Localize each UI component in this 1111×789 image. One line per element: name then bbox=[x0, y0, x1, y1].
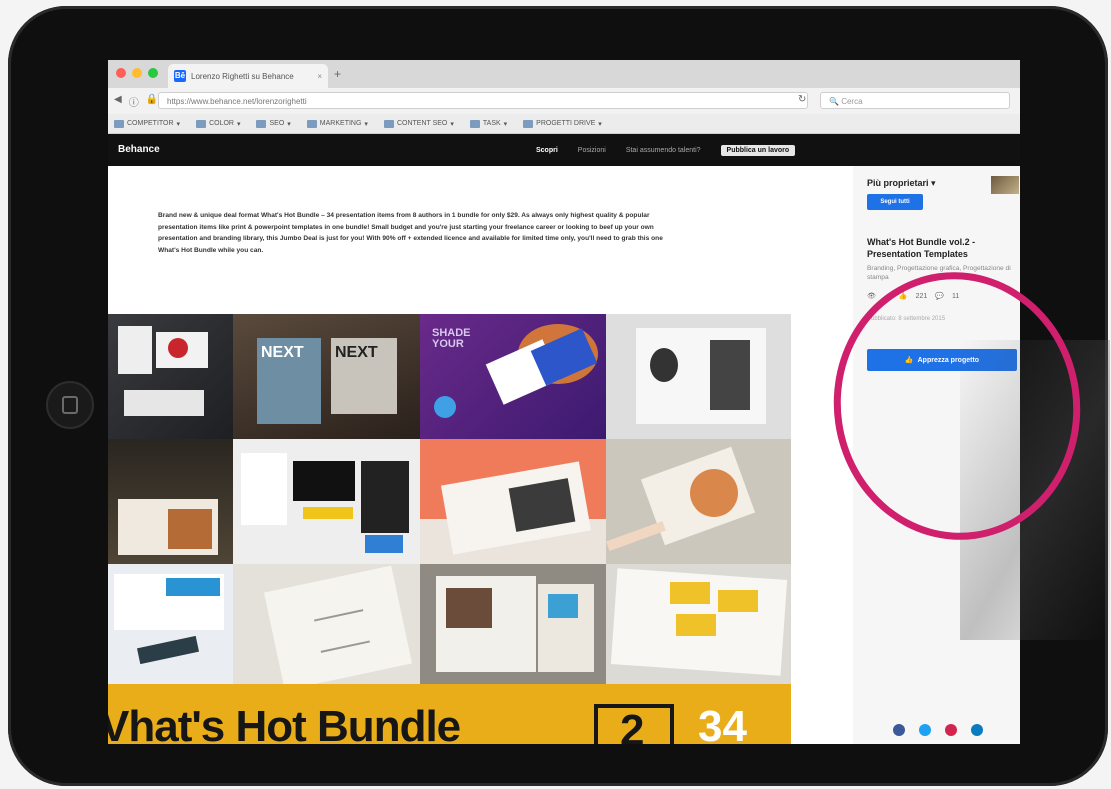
home-icon bbox=[62, 396, 78, 414]
nav-link-scopri[interactable]: Scopri bbox=[536, 147, 558, 154]
chevron-down-icon: ▾ bbox=[931, 178, 936, 188]
bookmark-folder[interactable]: MARKETING ▾ bbox=[306, 119, 368, 128]
hiring-link[interactable]: Stai assumendo talenti? bbox=[626, 147, 701, 154]
tile-text: NEXT bbox=[335, 344, 378, 361]
bookmark-folder[interactable]: CONTENT SEO ▾ bbox=[383, 119, 454, 128]
preview-tile[interactable] bbox=[420, 564, 606, 684]
tile-text: SHADE YOUR bbox=[432, 327, 471, 350]
bookmark-folder[interactable]: SEO ▾ bbox=[256, 119, 291, 128]
folder-icon bbox=[523, 119, 534, 128]
lock-icon: 🔒 bbox=[145, 94, 159, 105]
preview-tile[interactable] bbox=[233, 439, 420, 564]
folder-icon bbox=[469, 119, 480, 128]
bundle-banner: Vhat's Hot Bundle 2 34 bbox=[108, 684, 791, 744]
avatar[interactable] bbox=[991, 176, 1019, 194]
preview-tile[interactable]: NEXT NEXT bbox=[233, 314, 420, 439]
preview-tile[interactable] bbox=[108, 439, 233, 564]
search-placeholder: Cerca bbox=[841, 97, 863, 106]
window-controls bbox=[116, 68, 158, 78]
tile-text: NEXT bbox=[261, 344, 304, 361]
bookmark-label: COMPETITOR bbox=[127, 120, 174, 127]
owners-dropdown[interactable]: Più proprietari ▾ bbox=[867, 178, 936, 189]
preview-tile[interactable] bbox=[420, 439, 606, 564]
folder-icon bbox=[306, 119, 317, 128]
bookmark-label: PROGETTI DRIVE bbox=[536, 120, 596, 127]
address-bar[interactable]: https://www.behance.net/lorenzorighetti bbox=[158, 92, 808, 109]
minimize-window-button[interactable] bbox=[132, 68, 142, 78]
bookmark-folder[interactable]: COMPETITOR ▾ bbox=[114, 119, 181, 128]
tab-title: Lorenzo Righetti su Behance bbox=[191, 71, 294, 81]
banner-number: 34 bbox=[698, 702, 747, 744]
maximize-window-button[interactable] bbox=[148, 68, 158, 78]
header-nav: Scopri Posizioni Stai assumendo talenti?… bbox=[536, 145, 796, 156]
behance-logo[interactable]: Behance bbox=[118, 144, 160, 155]
preview-tile[interactable] bbox=[606, 564, 791, 684]
browser-tab[interactable]: Bē Lorenzo Righetti su Behance × bbox=[168, 64, 328, 88]
banner-title: Vhat's Hot Bundle bbox=[108, 702, 461, 744]
nav-buttons: ◀ ⓘ 🔒 bbox=[114, 94, 158, 109]
chevron-down-icon: ▾ bbox=[450, 120, 454, 128]
project-title: What's Hot Bundle vol.2 - Presentation T… bbox=[867, 237, 976, 259]
search-input[interactable]: 🔍 Cerca bbox=[820, 92, 1010, 109]
chevron-down-icon: ▾ bbox=[236, 120, 241, 128]
preview-tile[interactable] bbox=[108, 564, 233, 684]
project-content: Brand new & unique deal format What's Ho… bbox=[108, 166, 853, 744]
chevron-down-icon: ▾ bbox=[503, 120, 508, 128]
back-arrow-icon[interactable]: ◀ bbox=[114, 94, 122, 109]
close-window-button[interactable] bbox=[116, 68, 126, 78]
preview-tile[interactable] bbox=[233, 564, 420, 684]
bookmark-folder[interactable]: TASK ▾ bbox=[469, 119, 508, 128]
social-share bbox=[893, 724, 983, 736]
preview-tile[interactable] bbox=[606, 314, 791, 439]
bookmark-folder[interactable]: COLOR ▾ bbox=[196, 119, 241, 128]
preview-tile[interactable]: SHADE YOUR bbox=[420, 314, 606, 439]
follow-all-button[interactable]: Segui tutti bbox=[867, 194, 923, 210]
behance-header: Behance Scopri Posizioni Stai assumendo … bbox=[108, 134, 1020, 166]
chevron-down-icon: ▾ bbox=[598, 120, 602, 128]
chevron-down-icon: ▾ bbox=[176, 120, 181, 128]
bookmark-label: MARKETING bbox=[319, 120, 362, 127]
eye-icon: 👁 bbox=[867, 293, 876, 300]
folder-icon bbox=[114, 119, 124, 128]
bookmark-label: TASK bbox=[482, 120, 501, 127]
info-icon[interactable]: ⓘ bbox=[129, 94, 139, 109]
twitter-icon[interactable] bbox=[919, 724, 931, 736]
facebook-icon[interactable] bbox=[893, 724, 905, 736]
bookmark-label: CONTENT SEO bbox=[396, 120, 448, 127]
tab-close-icon[interactable]: × bbox=[317, 72, 322, 81]
behance-favicon-icon: Bē bbox=[174, 70, 186, 82]
chevron-down-icon: ▾ bbox=[287, 120, 291, 128]
preview-tile[interactable] bbox=[606, 439, 791, 564]
preview-tile[interactable] bbox=[108, 314, 233, 439]
project-description: Brand new & unique deal format What's Ho… bbox=[158, 212, 663, 254]
bookmark-folder[interactable]: PROGETTI DRIVE ▾ bbox=[523, 119, 602, 128]
new-tab-button[interactable]: + bbox=[334, 67, 341, 81]
home-button[interactable] bbox=[46, 381, 94, 429]
folder-icon bbox=[196, 119, 207, 128]
pinterest-icon[interactable] bbox=[945, 724, 957, 736]
bookmark-label: SEO bbox=[269, 120, 285, 127]
browser-tab-bar: Bē Lorenzo Righetti su Behance × + bbox=[108, 60, 1020, 88]
bookmark-label: COLOR bbox=[209, 120, 234, 127]
folder-icon bbox=[256, 119, 267, 128]
bookmarks-bar: COMPETITOR ▾ COLOR ▾ SEO ▾ MARKETING ▾ CONTE… bbox=[108, 114, 1020, 134]
publish-button[interactable]: Pubblica un lavoro bbox=[720, 145, 796, 156]
nav-link-posizioni[interactable]: Posizioni bbox=[578, 147, 606, 154]
banner-volume: 2 bbox=[620, 706, 645, 744]
chevron-down-icon: ▾ bbox=[364, 120, 368, 128]
banner-volume-box: 2 bbox=[594, 704, 674, 744]
owners-label: Più proprietari bbox=[867, 178, 929, 188]
browser-toolbar: ◀ ⓘ 🔒 https://www.behance.net/lorenzorig… bbox=[108, 88, 1020, 115]
reload-icon[interactable]: ↻ bbox=[798, 94, 806, 105]
folder-icon bbox=[383, 119, 394, 128]
linkedin-icon[interactable] bbox=[971, 724, 983, 736]
